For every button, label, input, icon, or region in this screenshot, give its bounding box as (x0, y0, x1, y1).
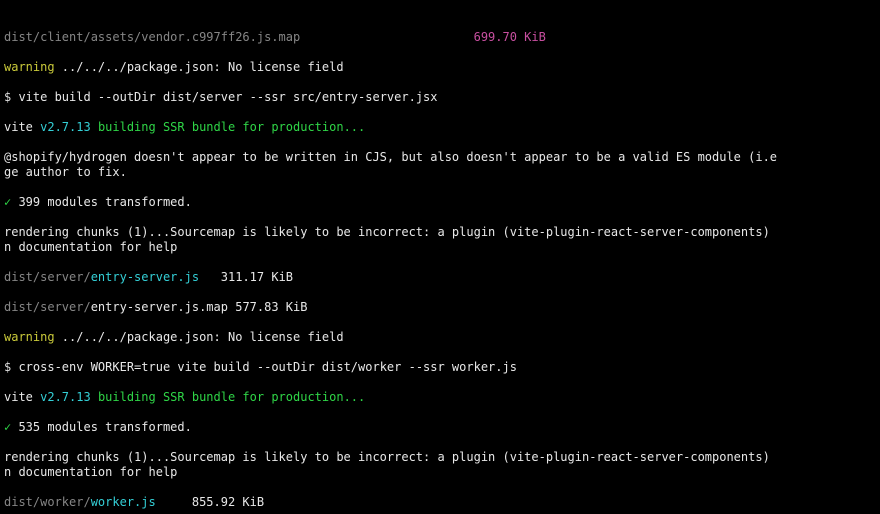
file-size: 311.17 KiB (221, 270, 293, 284)
render-warning: rendering chunks (1)...Sourcemap is like… (4, 450, 876, 480)
modules-line: ✓ 399 modules transformed. (4, 195, 876, 210)
output-file: dist/server/entry-server.js 311.17 KiB (4, 270, 876, 285)
warning-tag: warning (4, 60, 55, 74)
vite-line: vite v2.7.13 building SSR bundle for pro… (4, 120, 876, 135)
vite-line: vite v2.7.13 building SSR bundle for pro… (4, 390, 876, 405)
terminal[interactable]: dist/client/assets/vendor.c997ff26.js.ma… (0, 0, 880, 514)
asset-size: 699.70 KiB (474, 30, 546, 44)
modules-line: ✓ 535 modules transformed. (4, 420, 876, 435)
warning-line: warning ../../../package.json: No licens… (4, 60, 876, 75)
render-warning: rendering chunks (1)...Sourcemap is like… (4, 225, 876, 255)
command-line: $ vite build --outDir dist/server --ssr … (4, 90, 876, 105)
warning-line: warning ../../../package.json: No licens… (4, 330, 876, 345)
output-file: dist/worker/worker.js 855.92 KiB (4, 495, 876, 510)
vite-version: v2.7.13 (40, 390, 91, 404)
asset-line: dist/client/assets/vendor.c997ff26.js.ma… (4, 30, 876, 45)
output-file: dist/server/entry-server.js.map 577.83 K… (4, 300, 876, 315)
command-line: $ cross-env WORKER=true vite build --out… (4, 360, 876, 375)
vite-version: v2.7.13 (40, 120, 91, 134)
file-size: 577.83 KiB (235, 300, 307, 314)
file-size: 855.92 KiB (192, 495, 264, 509)
asset-path: dist/client/assets/vendor.c997ff26.js.ma… (4, 30, 300, 44)
warning-tag: warning (4, 330, 55, 344)
cjs-warning: @shopify/hydrogen doesn't appear to be w… (4, 150, 876, 180)
